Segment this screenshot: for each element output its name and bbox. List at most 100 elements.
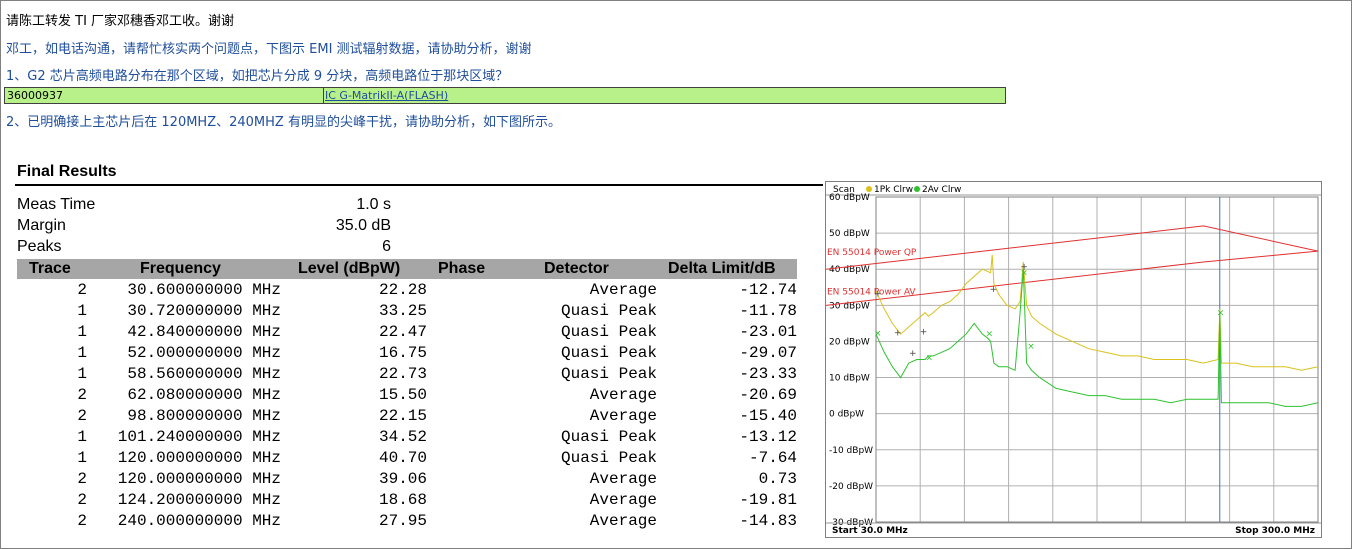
peak-marker: + xyxy=(874,290,882,300)
delta-limit-cell: -19.81 xyxy=(739,491,797,509)
col-level: Level (dBpW) xyxy=(298,260,401,277)
frequency-cell: 52.000000000 MHz xyxy=(127,344,281,362)
detector-cell: Quasi Peak xyxy=(560,449,657,467)
table-row: 1 101.240000000 MHz 34.52 Quasi Peak -13.12 xyxy=(17,428,797,449)
delta-limit-cell: -29.07 xyxy=(739,344,797,362)
table-row: 2 124.200000000 MHz 18.68 Average -19.81 xyxy=(17,491,797,512)
peak-marker: + xyxy=(909,349,917,359)
legend-average-label: 2Av Clrw xyxy=(922,185,961,195)
detector-cell: Average xyxy=(589,512,657,530)
part-row: 36000937 IC G-MatrikII-A(FLASH) xyxy=(4,87,1006,104)
trace-cell: 1 xyxy=(77,323,87,341)
frequency-cell: 101.240000000 MHz xyxy=(117,428,281,446)
legend-peak-icon xyxy=(866,186,872,192)
delta-limit-cell: -7.64 xyxy=(748,449,797,467)
level-cell: 22.15 xyxy=(378,407,427,425)
detector-cell: Quasi Peak xyxy=(560,302,657,320)
delta-limit-cell: -15.40 xyxy=(739,407,797,425)
peak-marker: + xyxy=(990,285,998,295)
spectrum-plot: Scan 1Pk Clrw 2Av Clrw 60 dBpW 50 dBpW 40 dBp… xyxy=(825,181,1322,538)
detector-cell: Quasi Peak xyxy=(560,323,657,341)
y-tick-label: -20 dBpW xyxy=(829,482,873,492)
col-detector: Detector xyxy=(544,260,609,277)
y-tick-label: 0 dBpW xyxy=(829,410,864,420)
start-frequency-label: Start 30.0 MHz xyxy=(832,526,908,536)
request-summary-line: 邓工，如电话沟通，请帮忙核实两个问题点，下图示 EMI 测试辐射数据，请协助分析… xyxy=(6,42,532,57)
question-two-line: 2、已明确接上主芯片后在 120MHZ、240MHZ 有明显的尖峰干扰，请协助分… xyxy=(6,115,561,130)
peak-marker: × xyxy=(1020,269,1028,279)
level-cell: 33.25 xyxy=(378,302,427,320)
trace-cell: 1 xyxy=(77,344,87,362)
table-row: 1 120.000000000 MHz 40.70 Quasi Peak -7.64 xyxy=(17,449,797,470)
part-row-divider xyxy=(323,88,324,103)
meas-time-label: Meas Time xyxy=(17,196,96,213)
results-table-body: 2 30.600000000 MHz 22.28 Average -12.74 1 30.7… xyxy=(17,281,797,533)
legend-peak-label: 1Pk Clrw xyxy=(874,185,913,195)
detector-cell: Quasi Peak xyxy=(560,365,657,383)
spectrum-svg: Scan 1Pk Clrw 2Av Clrw60 dBpW50 dBpW40 dBp… xyxy=(826,185,1321,536)
question-one-line: 1、G2 芯片高频电路分布在那个区域，如把芯片分成 9 分块，高频电路位于那块区… xyxy=(6,69,509,84)
trace-cell: 1 xyxy=(77,449,87,467)
level-cell: 22.47 xyxy=(378,323,427,341)
col-phase: Phase xyxy=(438,260,486,277)
delta-limit-cell: -11.78 xyxy=(739,302,797,320)
table-row: 2 98.800000000 MHz 22.15 Average -15.40 xyxy=(17,407,797,428)
peaks-value: 6 xyxy=(382,238,391,255)
detector-cell: Average xyxy=(589,491,657,509)
level-cell: 40.70 xyxy=(378,449,427,467)
level-cell: 18.68 xyxy=(378,491,427,509)
table-row: 1 42.840000000 MHz 22.47 Quasi Peak -23.01 xyxy=(17,323,797,344)
meas-time-row: Meas Time 1.0 s xyxy=(17,196,391,216)
peak-marker: × xyxy=(1217,309,1225,319)
margin-label: Margin xyxy=(17,217,66,234)
part-name-link[interactable]: IC G-MatrikII-A(FLASH) xyxy=(325,89,448,102)
table-row: 1 58.560000000 MHz 22.73 Quasi Peak -23.33 xyxy=(17,365,797,386)
detector-cell: Average xyxy=(589,470,657,488)
col-delta-limit: Delta Limit/dB xyxy=(668,260,776,277)
detector-cell: Average xyxy=(589,281,657,299)
peak-marker: + xyxy=(920,328,928,338)
delta-limit-cell: -23.33 xyxy=(739,365,797,383)
delta-limit-cell: -12.74 xyxy=(739,281,797,299)
table-row: 2 30.600000000 MHz 22.28 Average -12.74 xyxy=(17,281,797,302)
peaks-label: Peaks xyxy=(17,238,62,255)
y-tick-label: 50 dBpW xyxy=(829,229,870,239)
trace-cell: 1 xyxy=(77,428,87,446)
detector-cell: Average xyxy=(589,386,657,404)
delta-limit-cell: -14.83 xyxy=(739,512,797,530)
frequency-cell: 240.000000000 MHz xyxy=(117,512,281,530)
detector-cell: Quasi Peak xyxy=(560,428,657,446)
stop-frequency-label: Stop 300.0 MHz xyxy=(1235,526,1315,536)
detector-cell: Average xyxy=(589,407,657,425)
y-tick-label: 10 dBpW xyxy=(829,374,870,384)
table-row: 1 52.000000000 MHz 16.75 Quasi Peak -29.07 xyxy=(17,344,797,365)
trace-cell: 1 xyxy=(77,365,87,383)
trace-cell: 1 xyxy=(77,302,87,320)
final-results-rule xyxy=(15,184,823,186)
peak-marker: + xyxy=(894,329,902,339)
delta-limit-cell: -23.01 xyxy=(739,323,797,341)
level-cell: 39.06 xyxy=(378,470,427,488)
part-number: 36000937 xyxy=(7,89,63,102)
col-trace: Trace xyxy=(29,260,71,277)
level-cell: 34.52 xyxy=(378,428,427,446)
trace-cell: 2 xyxy=(77,491,87,509)
frequency-cell: 62.080000000 MHz xyxy=(127,386,281,404)
trace-cell: 2 xyxy=(77,512,87,530)
level-cell: 15.50 xyxy=(378,386,427,404)
trace-cell: 2 xyxy=(77,470,87,488)
frequency-cell: 30.720000000 MHz xyxy=(127,302,281,320)
table-row: 2 120.000000000 MHz 39.06 Average 0.73 xyxy=(17,470,797,491)
peak-marker: × xyxy=(986,330,994,340)
peak-marker: × xyxy=(1027,342,1035,352)
meas-time-value: 1.0 s xyxy=(356,196,391,213)
frequency-cell: 98.800000000 MHz xyxy=(127,407,281,425)
col-frequency: Frequency xyxy=(140,260,221,277)
limit-av-label: EN 55014 Power AV xyxy=(827,288,916,298)
delta-limit-cell: 0.73 xyxy=(758,470,797,488)
final-results-title: Final Results xyxy=(17,163,117,180)
table-row: 2 240.000000000 MHz 27.95 Average -14.83 xyxy=(17,512,797,533)
frequency-cell: 42.840000000 MHz xyxy=(127,323,281,341)
frequency-cell: 30.600000000 MHz xyxy=(127,281,281,299)
trace-cell: 2 xyxy=(77,386,87,404)
